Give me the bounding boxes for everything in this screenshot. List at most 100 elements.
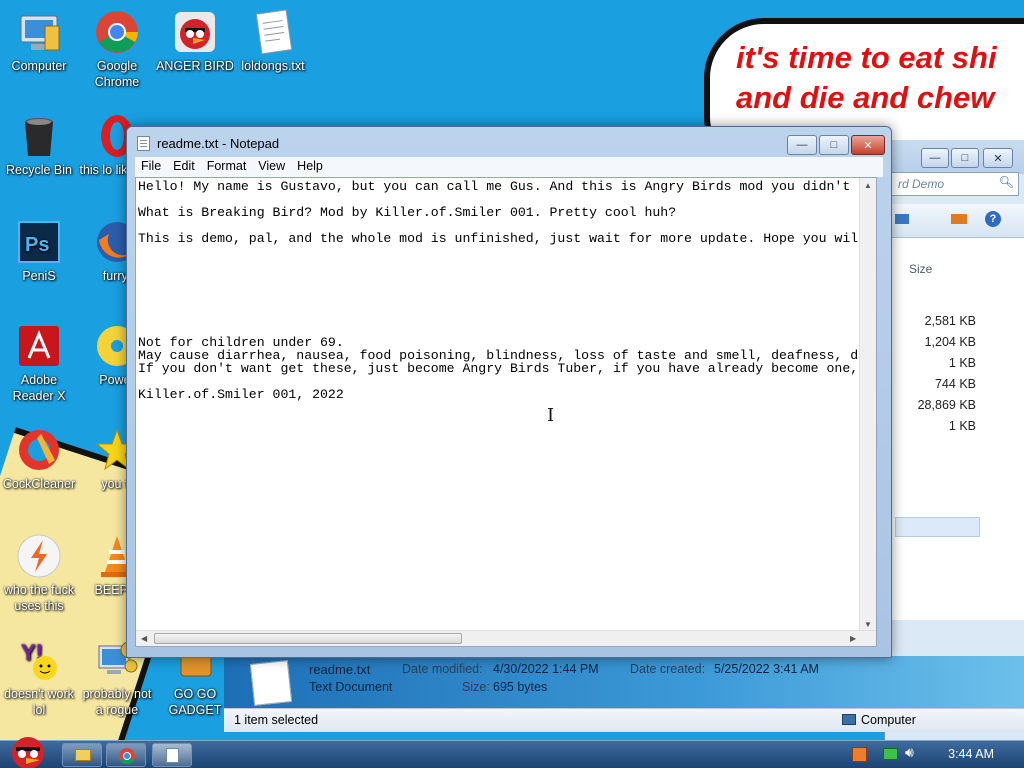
desktop-icon-ccleaner[interactable]: CockCleaner: [0, 426, 78, 492]
photoshop-icon: Ps: [15, 218, 63, 266]
angry-bird-start-icon: [12, 737, 44, 768]
vertical-scrollbar[interactable]: ▲ ▼: [859, 178, 876, 632]
details-date-created: 5/25/2022 3:41 AM: [714, 662, 819, 676]
details-size-label: Size:: [462, 680, 490, 694]
search-icon: 🔍︎: [998, 175, 1014, 189]
menu-view[interactable]: View: [252, 157, 291, 177]
close-button[interactable]: ✕: [851, 135, 885, 155]
scroll-up-icon[interactable]: ▲: [864, 181, 872, 190]
text-document-icon: [249, 660, 293, 706]
horizontal-scroll-thumb[interactable]: [154, 633, 462, 644]
file-size-cell[interactable]: 1 KB: [949, 356, 976, 370]
taskbar-notepad-button[interactable]: [152, 743, 192, 767]
maximize-icon: □: [830, 139, 838, 151]
view-options-icon[interactable]: [895, 214, 909, 224]
taskbar: 🔊︎ 3:44 AM: [0, 737, 1024, 768]
text-line: Hello! My name is Gustavo, but you can c…: [138, 179, 851, 194]
tray-network-icon[interactable]: [883, 748, 898, 760]
selected-row-highlight: [895, 517, 980, 537]
details-date-created-label: Date created:: [630, 662, 706, 676]
recycle-bin-icon: [15, 112, 63, 160]
maximize-button[interactable]: □: [819, 135, 849, 155]
file-size-cell[interactable]: 1,204 KB: [925, 335, 976, 349]
explorer-status-bar: 1 item selected Computer: [224, 708, 1024, 732]
close-icon: ✕: [993, 152, 1003, 165]
explorer-close-button[interactable]: ✕: [983, 148, 1013, 168]
icon-label: GO GO GADGET: [168, 687, 222, 717]
file-size-cell[interactable]: 1 KB: [949, 419, 976, 433]
details-date-modified: 4/30/2022 1:44 PM: [493, 662, 599, 676]
notepad-icon: [166, 748, 179, 763]
desktop-icon-avast[interactable]: who the fuck uses this: [0, 532, 78, 614]
chrome-icon: [119, 748, 135, 765]
menu-file[interactable]: File: [135, 157, 167, 177]
yahoo-icon: Y!: [15, 636, 63, 684]
notepad-titlebar[interactable]: readme.txt - Notepad ― □ ✕: [127, 127, 891, 157]
explorer-minimize-button[interactable]: ―: [921, 148, 949, 168]
icon-label: probably not a rogue: [82, 687, 152, 717]
text-line: This is demo, pal, and the whole mod is …: [138, 231, 859, 246]
desktop-icon-yahoo[interactable]: Y! doesn't work lol: [0, 636, 78, 718]
text-line: What is Breaking Bird? Mod by Killer.of.…: [138, 205, 677, 220]
icon-label: Computer: [11, 59, 67, 73]
desktop-icon-anger-bird[interactable]: ANGER BIRD: [156, 8, 234, 74]
icon-label: PeniS: [22, 269, 56, 283]
explorer-search-input[interactable]: rd Demo 🔍︎: [891, 172, 1019, 196]
speech-line-1: it's time to eat shi: [736, 40, 997, 75]
preview-pane-icon[interactable]: [951, 214, 967, 224]
speech-line-2: and die and chew: [736, 80, 995, 115]
ccleaner-icon: [15, 426, 63, 474]
menu-help[interactable]: Help: [291, 157, 329, 177]
minimize-button[interactable]: ―: [787, 135, 817, 155]
start-button[interactable]: [2, 733, 56, 768]
desktop-icon-adobe-reader[interactable]: Adobe Reader X: [0, 322, 78, 404]
scroll-left-icon[interactable]: ◀: [141, 634, 147, 643]
menu-bar: File Edit Format View Help: [135, 157, 883, 177]
text-line: Killer.of.Smiler 001, 2022: [138, 387, 344, 402]
search-placeholder: rd Demo: [898, 177, 945, 191]
svg-text:Ps: Ps: [25, 234, 49, 256]
notepad-window: readme.txt - Notepad ― □ ✕ File Edit For…: [126, 126, 892, 658]
text-line: If you don't want get these, just become…: [138, 361, 859, 376]
desktop-icon-computer[interactable]: Computer: [0, 8, 78, 74]
minimize-icon: ―: [796, 139, 808, 151]
desktop-icon-photoshop[interactable]: Ps PeniS: [0, 218, 78, 284]
desktop-icon-loldongs[interactable]: loldongs.txt: [234, 8, 312, 74]
taskbar-clock[interactable]: 3:44 AM: [948, 747, 994, 761]
scroll-right-icon[interactable]: ▶: [850, 634, 856, 643]
explorer-maximize-button[interactable]: □: [951, 148, 979, 168]
icon-label: doesn't work lol: [4, 687, 74, 717]
details-size: 695 bytes: [493, 680, 548, 694]
status-selected-count: 1 item selected: [234, 713, 319, 727]
tray-flag-icon[interactable]: [852, 747, 867, 762]
column-header-size[interactable]: Size: [909, 262, 932, 276]
tray-volume-icon[interactable]: 🔊︎: [905, 744, 914, 761]
explorer-titlebar: ― □ ✕: [885, 140, 1024, 174]
adobe-reader-icon: [15, 322, 63, 370]
menu-edit[interactable]: Edit: [167, 157, 201, 177]
file-size-cell[interactable]: 2,581 KB: [925, 314, 976, 328]
explorer-command-bar: ?: [885, 204, 1024, 238]
details-filetype: Text Document: [309, 680, 393, 694]
scroll-down-icon[interactable]: ▼: [864, 620, 872, 629]
icon-label: Adobe Reader X: [12, 373, 66, 403]
close-icon: ✕: [863, 139, 873, 152]
notepad-icon: [137, 136, 150, 151]
horizontal-scrollbar[interactable]: ◀ ▶: [136, 630, 876, 646]
menu-format[interactable]: Format: [201, 157, 253, 177]
taskbar-explorer-button[interactable]: [62, 743, 102, 767]
icon-label: who the fuck uses this: [3, 583, 75, 613]
file-size-cell[interactable]: 28,869 KB: [918, 398, 976, 412]
maximize-icon: □: [961, 152, 969, 164]
desktop-icon-recycle-bin[interactable]: Recycle Bin: [0, 112, 78, 178]
computer-icon: [15, 8, 63, 56]
desktop-icon-chrome[interactable]: Google Chrome: [78, 8, 156, 90]
icon-label: CockCleaner: [2, 477, 76, 491]
text-content[interactable]: Hello! My name is Gustavo, but you can c…: [138, 178, 864, 632]
icon-label: Recycle Bin: [6, 163, 72, 177]
help-icon[interactable]: ?: [985, 211, 1001, 227]
taskbar-chrome-button[interactable]: [106, 743, 146, 767]
chrome-icon: [93, 8, 141, 56]
text-editor[interactable]: Hello! My name is Gustavo, but you can c…: [135, 177, 877, 647]
file-size-cell[interactable]: 744 KB: [935, 377, 976, 391]
